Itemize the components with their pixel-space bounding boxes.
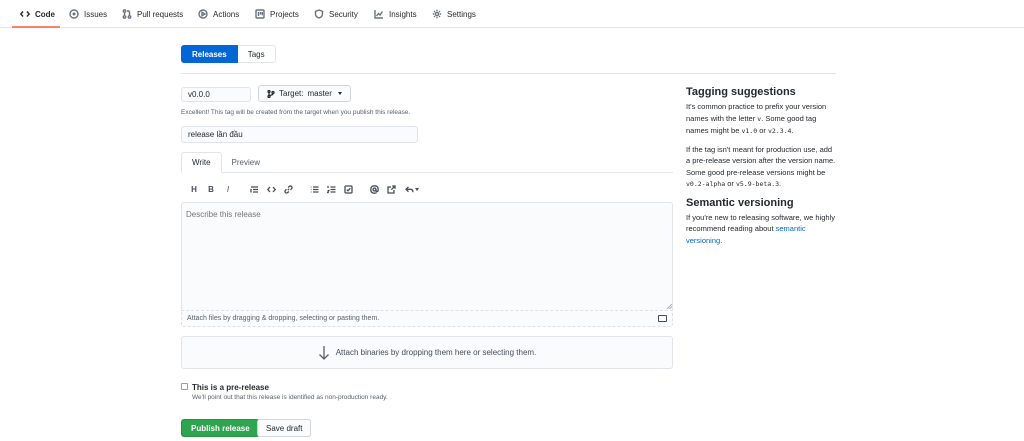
unordered-list-button[interactable] xyxy=(309,183,319,195)
ordered-list-button[interactable] xyxy=(326,183,336,195)
nav-tab-code[interactable]: Code xyxy=(20,0,55,28)
pull-request-icon xyxy=(122,9,132,19)
bold-button[interactable]: B xyxy=(206,183,216,195)
chevron-down-icon xyxy=(337,92,342,95)
link-button[interactable] xyxy=(283,183,293,195)
attach-binaries-dropzone[interactable]: Attach binaries by dropping them here or… xyxy=(181,336,673,369)
tagging-suggestions-panel: Tagging suggestions It's common practice… xyxy=(686,86,836,252)
reply-icon xyxy=(405,185,414,192)
tab-preview[interactable]: Preview xyxy=(222,152,270,173)
tags-tab[interactable]: Tags xyxy=(237,45,276,63)
reply-dropdown-button[interactable] xyxy=(404,183,420,195)
publish-release-button[interactable]: Publish release xyxy=(181,419,260,437)
repo-nav: Code Issues Pull requests Actions Projec… xyxy=(0,0,1024,28)
play-icon xyxy=(198,9,208,19)
semantic-versioning-paragraph: If you're new to releasing software, we … xyxy=(686,212,836,245)
section-divider xyxy=(181,73,836,74)
tagging-paragraph-1: It's common practice to prefix your vers… xyxy=(686,102,827,135)
markdown-icon[interactable] xyxy=(658,315,667,322)
tag-version-input[interactable]: v0.0.0 xyxy=(181,87,251,102)
nav-tab-issues[interactable]: Issues xyxy=(69,0,107,28)
mention-icon xyxy=(369,184,379,194)
tab-write[interactable]: Write xyxy=(181,152,222,173)
quote-button[interactable] xyxy=(249,183,259,195)
gear-icon xyxy=(432,9,442,19)
cross-reference-button[interactable] xyxy=(386,183,396,195)
list-unordered-icon xyxy=(310,185,318,193)
project-icon xyxy=(255,9,265,19)
nav-tab-security[interactable]: Security xyxy=(314,0,358,28)
prerelease-checkbox[interactable] xyxy=(181,383,188,390)
link-icon xyxy=(283,184,293,194)
italic-button[interactable]: I xyxy=(223,183,233,195)
tagging-suggestions-title: Tagging suggestions xyxy=(686,86,796,98)
nav-tab-settings[interactable]: Settings xyxy=(432,0,476,28)
attach-files-text: Attach files by dragging & dropping, sel… xyxy=(187,315,380,322)
releases-tab[interactable]: Releases xyxy=(181,45,238,63)
tabs-border xyxy=(181,172,673,173)
editor-tabs: Write Preview xyxy=(181,152,270,173)
mention-button[interactable] xyxy=(369,183,379,195)
shield-icon xyxy=(314,9,324,19)
attach-binaries-text: Attach binaries by dropping them here or… xyxy=(335,348,537,357)
code-icon xyxy=(266,186,276,192)
list-ordered-icon xyxy=(326,185,335,193)
prerelease-label[interactable]: This is a pre-release xyxy=(192,383,269,392)
tag-hint: Excellent! This tag will be created from… xyxy=(181,109,411,116)
cross-reference-icon xyxy=(386,184,396,194)
release-description-textarea[interactable] xyxy=(181,202,673,310)
chevron-down-icon xyxy=(415,187,419,191)
graph-icon xyxy=(374,10,384,19)
attach-files-bar[interactable]: Attach files by dragging & dropping, sel… xyxy=(181,310,673,327)
semantic-versioning-title: Semantic versioning xyxy=(686,196,794,209)
target-label: Target: xyxy=(279,89,304,98)
target-branch-name: master xyxy=(307,89,332,98)
resize-handle-icon[interactable] xyxy=(666,303,672,309)
nav-tab-insights[interactable]: Insights xyxy=(374,0,417,28)
releases-subnav: Releases Tags xyxy=(181,45,276,63)
heading-button[interactable]: H xyxy=(189,183,199,195)
checklist-icon xyxy=(343,184,353,194)
nav-tab-pull-requests[interactable]: Pull requests xyxy=(122,0,183,28)
active-tab-indicator xyxy=(12,26,60,28)
tagging-paragraph-2: If the tag isn't meant for production us… xyxy=(686,144,836,189)
save-draft-button[interactable]: Save draft xyxy=(257,419,312,437)
branch-icon xyxy=(267,89,275,98)
code-button[interactable] xyxy=(266,183,276,195)
arrow-down-icon xyxy=(318,346,329,360)
quote-icon xyxy=(249,185,258,193)
prerelease-note: We'll point out that this release is ide… xyxy=(192,394,388,401)
nav-tab-projects[interactable]: Projects xyxy=(255,0,299,28)
release-title-input[interactable]: release lần đầu xyxy=(181,126,418,143)
target-branch-dropdown[interactable]: Target: master xyxy=(258,85,351,102)
code-icon xyxy=(20,11,30,17)
nav-tab-actions[interactable]: Actions xyxy=(198,0,239,28)
issue-icon xyxy=(69,9,79,19)
task-list-button[interactable] xyxy=(343,183,353,195)
